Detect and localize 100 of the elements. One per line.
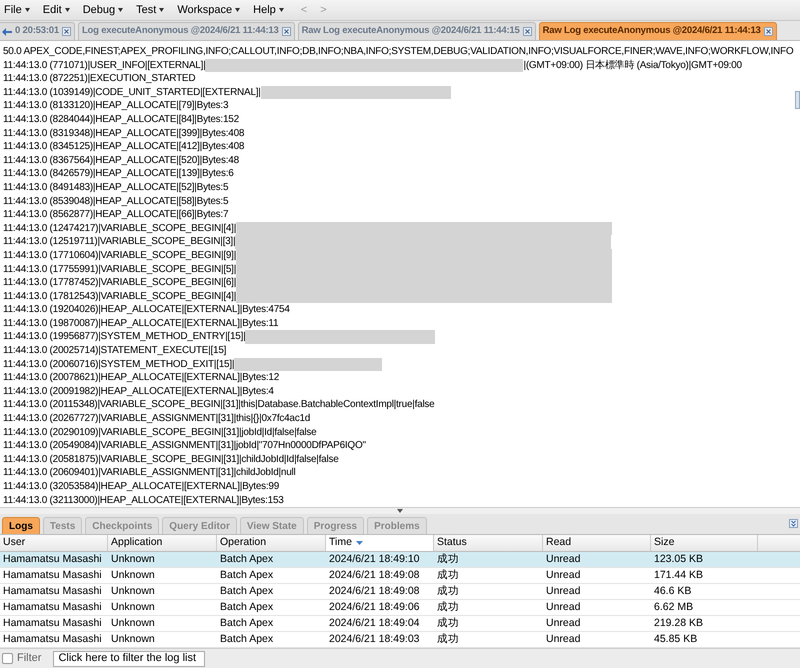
- column-header[interactable]: Size: [651, 535, 758, 551]
- table-cell-text: 45.85 KB: [653, 632, 698, 647]
- maximize-panel-icon[interactable]: [789, 519, 798, 528]
- log-line: 11:44:13.0 (19204026)|HEAP_ALLOCATE|[EXTERNAL]|Bytes:4754: [3, 303, 290, 317]
- log-line: 11:44:13.0 (8367564)|HEAP_ALLOCATE|[520]|Bytes:48: [3, 154, 239, 168]
- filter-label: Filter: [17, 651, 42, 666]
- table-cell-text: 2024/6/21 18:49:03: [328, 632, 421, 647]
- panel-tab[interactable]: Logs: [2, 517, 40, 534]
- table-row[interactable]: Hamamatsu Masashi Unknown Batch Apex 2024/6/21 18:49:08 成功 Unread 46.6 KB: [0, 584, 800, 600]
- close-icon[interactable]: [764, 27, 773, 36]
- table-cell-text: Hamamatsu Masashi: [2, 600, 103, 615]
- table-cell-text: 2024/6/21 18:49:06: [328, 600, 421, 615]
- menu-item[interactable]: Debug: [82, 2, 124, 18]
- table-cell-text: 成功: [436, 616, 460, 631]
- log-line: 11:44:13.0 (17755991)|VARIABLE_SCOPE_BEGIN|[5]|: [3, 262, 236, 276]
- table-row[interactable]: Hamamatsu Masashi Unknown Batch Apex 2024/6/21 18:49:10 成功 Unread 123.05 KB: [0, 552, 800, 568]
- table-cell-text: 成功: [436, 632, 460, 647]
- log-line: 11:44:13.0 (20025714)|STATEMENT_EXECUTE|[15]: [3, 344, 226, 358]
- log-line: 11:44:13.0 (20091982)|HEAP_ALLOCATE|[EXTERNAL]|Bytes:4: [3, 384, 274, 398]
- column-header[interactable]: Read: [543, 535, 651, 551]
- table-row[interactable]: Hamamatsu Masashi Unknown Batch Apex 2024/6/21 18:49:04 成功 Unread 219.28 KB: [0, 616, 800, 632]
- log-line: 11:44:13.0 (872251)|EXECUTION_STARTED: [3, 72, 196, 86]
- caret-icon: [159, 8, 164, 12]
- table-cell-text: Hamamatsu Masashi: [2, 568, 103, 583]
- caret-icon: [64, 8, 70, 12]
- log-line: 11:44:13.0 (17710604)|VARIABLE_SCOPE_BEGIN|[9]|: [3, 248, 236, 262]
- log-line: 11:44:13.0 (8539048)|HEAP_ALLOCATE|[58]|Bytes:5: [3, 194, 228, 208]
- column-header[interactable]: Application: [108, 535, 217, 551]
- log-line: 11:44:13.0 (32113000)|HEAP_ALLOCATE|[EXTERNAL]|Bytes:153: [3, 494, 284, 507]
- log-line: 11:44:13.0 (8562877)|HEAP_ALLOCATE|[66]|Bytes:7: [3, 208, 228, 222]
- caret-icon: [118, 8, 124, 12]
- table-cell-text: Unknown: [110, 584, 156, 599]
- log-line: 11:44:13.0 (20115348)|VARIABLE_SCOPE_BEGIN|[31]|this|Database.BatchableContextImpl|true|false: [3, 398, 434, 412]
- table-row[interactable]: Hamamatsu Masashi Unknown Batch Apex 2024/6/21 18:49:08 成功 Unread 171.44 KB: [0, 568, 800, 584]
- menu-item[interactable]: Test: [136, 2, 164, 18]
- table-cell-text: 6.62 MB: [653, 600, 694, 615]
- table-cell-text: 成功: [436, 552, 460, 567]
- table-row[interactable]: Hamamatsu Masashi Unknown Batch Apex 2024/6/21 18:49:06 成功 Unread 6.62 MB: [0, 600, 800, 616]
- log-line: 11:44:13.0 (17787452)|VARIABLE_SCOPE_BEGIN|[6]|: [3, 276, 236, 290]
- menu-item[interactable]: Workspace: [177, 2, 240, 18]
- log-line: 11:44:13.0 (8426579)|HEAP_ALLOCATE|[139]|Bytes:6: [3, 167, 234, 181]
- table-cell-text: Hamamatsu Masashi: [2, 584, 103, 599]
- log-line: 11:44:13.0 (20581875)|VARIABLE_SCOPE_BEGIN|[31]|childJobId|Id|false|false: [3, 452, 339, 466]
- table-cell-text: Unknown: [110, 616, 156, 631]
- log-line: 11:44:13.0 (19956877)|SYSTEM_METHOD_ENTRY|[15]|: [3, 330, 246, 344]
- table-cell-text: Unknown: [110, 568, 156, 583]
- table-cell-text: 123.05 KB: [653, 552, 704, 567]
- table-cell-text: Batch Apex: [219, 552, 274, 567]
- caret-icon: [235, 8, 240, 12]
- log-line: 11:44:13.0 (12519711)|VARIABLE_SCOPE_BEGIN|[3]|: [3, 235, 236, 249]
- table-cell-text: Hamamatsu Masashi: [2, 552, 103, 567]
- editor-tab[interactable]: Raw Log executeAnonymous @2024/6/21 11:44:13: [538, 22, 777, 40]
- log-line: 11:44:13.0 (20549084)|VARIABLE_ASSIGNMENT|[31]|jobId|"707Hn0000DfPAP6IQO": [3, 439, 366, 453]
- table-cell-text: Batch Apex: [219, 568, 274, 583]
- column-header[interactable]: Status: [434, 535, 543, 551]
- log-line: 11:44:13.0 (8491483)|HEAP_ALLOCATE|[52]|Bytes:5: [3, 180, 228, 195]
- log-line: 11:44:13.0 (19870087)|HEAP_ALLOCATE|[EXTERNAL]|Bytes:11: [3, 316, 278, 330]
- table-row[interactable]: Hamamatsu Masashi Unknown Batch Apex 2024/6/21 18:49:03 成功 Unread 45.85 KB: [0, 632, 800, 648]
- table-cell-text: Unread: [545, 616, 582, 631]
- log-line: 11:44:13.0 (20609401)|VARIABLE_ASSIGNMENT|[31]|childJobId|null: [3, 466, 296, 480]
- table-cell-text: 2024/6/21 18:49:08: [328, 584, 421, 599]
- filter-input[interactable]: Click here to filter the log list: [53, 650, 206, 666]
- table-cell-text: Hamamatsu Masashi: [2, 616, 103, 631]
- menu-item[interactable]: Help: [253, 2, 284, 18]
- scroll-left-arrow-icon[interactable]: [2, 28, 12, 36]
- close-icon[interactable]: [282, 27, 291, 36]
- table-cell-text: 成功: [436, 600, 460, 615]
- table-cell-text: Hamamatsu Masashi: [2, 632, 103, 647]
- table-cell-text: Unread: [545, 552, 582, 567]
- table-cell-text: Batch Apex: [219, 584, 274, 599]
- column-header[interactable]: User: [0, 535, 108, 551]
- log-line: 11:44:13.0 (8284044)|HEAP_ALLOCATE|[84]|Bytes:152: [3, 112, 239, 127]
- caret-icon: [278, 8, 284, 12]
- table-cell-text: 成功: [436, 568, 460, 583]
- log-line: 11:44:13.0 (20267727)|VARIABLE_ASSIGNMENT|[31]|this|{}|0x7fc4ac1d: [3, 412, 310, 426]
- table-cell-text: Unread: [545, 600, 582, 615]
- table-cell-text: 成功: [436, 584, 460, 599]
- close-icon[interactable]: [522, 27, 532, 36]
- table-cell-text: Batch Apex: [219, 632, 274, 647]
- table-cell-text: 2024/6/21 18:49:10: [328, 552, 421, 567]
- table-cell-text: 46.6 KB: [653, 584, 692, 599]
- log-line: |(GMT+09:00) 日本標準時 (Asia/Tokyo)|GMT+09:00: [523, 58, 742, 72]
- table-cell-text: Unread: [545, 584, 582, 599]
- table-cell-text: Unread: [545, 632, 582, 647]
- log-line: 50.0 APEX_CODE,FINEST;APEX_PROFILING,INFO;CALLOUT,INFO;DB,INFO;NBA,INFO;SYSTEM,DEBUG;VALIDATION,INFO;VISUALFORCE,FINER;WAVE,INFO;WORKFLOW,INFO: [3, 45, 794, 59]
- column-header[interactable]: Time: [326, 535, 434, 551]
- log-line: 11:44:13.0 (32053584)|HEAP_ALLOCATE|[EXTERNAL]|Bytes:99: [3, 480, 280, 494]
- table-cell-text: 171.44 KB: [653, 568, 704, 583]
- log-line: 11:44:13.0 (8345125)|HEAP_ALLOCATE|[412]|Bytes:408: [3, 140, 244, 154]
- log-line: 11:44:13.0 (20060716)|SYSTEM_METHOD_EXIT|[15]|: [3, 358, 234, 372]
- log-line: 11:44:13.0 (17812543)|VARIABLE_SCOPE_BEGIN|[4]|: [3, 290, 236, 304]
- menu-item[interactable]: File: [4, 2, 30, 18]
- table-cell-text: Batch Apex: [219, 616, 274, 631]
- table-cell-text: Unread: [545, 568, 582, 583]
- close-icon[interactable]: [62, 27, 71, 36]
- scrollbar-handle[interactable]: [795, 91, 800, 109]
- filter-checkbox[interactable]: [2, 653, 13, 664]
- table-cell-text: 2024/6/21 18:49:08: [328, 568, 421, 583]
- log-line: 11:44:13.0 (8133120)|HEAP_ALLOCATE|[79]|Bytes:3: [3, 99, 228, 113]
- menu-item[interactable]: Edit: [42, 2, 70, 18]
